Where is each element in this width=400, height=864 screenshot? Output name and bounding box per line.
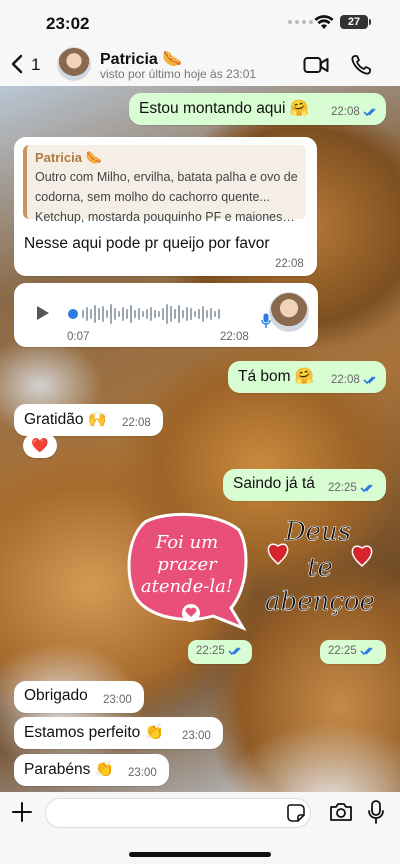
microphone-icon[interactable] <box>368 800 384 824</box>
outgoing-message[interactable]: Tá bom 🤗 22:08 <box>228 361 386 393</box>
composer-bar <box>0 792 400 864</box>
message-time: 22:08 <box>331 374 379 386</box>
incoming-message[interactable]: Gratidão 🙌 22:08 <box>14 404 163 436</box>
quoted-line: codorna, sem molho do cachorro quente... <box>35 190 270 204</box>
battery-indicator: 27 <box>340 15 368 29</box>
quoted-line: Ketchup, mostarda pouquinho PF e maiones… <box>35 210 298 224</box>
svg-text:Deus: Deus <box>284 517 351 547</box>
message-text: Estamos perfeito 👏 <box>24 724 164 741</box>
status-time: 23:02 <box>46 14 90 33</box>
phone-icon[interactable] <box>350 54 372 76</box>
message-text: Parabéns 👏 <box>24 761 114 778</box>
svg-text:abençoe: abençoe <box>265 587 375 617</box>
last-seen-status: visto por último hoje às 23:01 <box>100 67 257 81</box>
outgoing-message[interactable]: Estou montando aqui 🤗 22:08 <box>129 93 386 125</box>
message-text: Saindo já tá <box>233 475 315 492</box>
sticker-icon[interactable] <box>287 804 305 822</box>
unread-count[interactable]: 1 <box>31 55 40 75</box>
status-bar: 23:02 27 <box>0 0 400 44</box>
plus-icon[interactable] <box>11 801 33 823</box>
audio-waveform[interactable] <box>68 303 248 325</box>
message-time: 22:25 <box>328 645 357 657</box>
home-indicator <box>129 852 271 857</box>
message-time: 22:25 <box>328 482 376 494</box>
play-icon[interactable] <box>36 305 50 321</box>
playhead[interactable] <box>68 309 78 319</box>
sticker-time-badge: 22:25 <box>188 640 252 664</box>
sender-avatar <box>269 292 309 332</box>
reaction-emoji: ❤️ <box>31 437 49 453</box>
sticker-time-badge: 22:25 <box>320 640 386 664</box>
quoted-message[interactable]: Patricia 🌭 Outro com Milho, ervilha, bat… <box>23 145 306 224</box>
message-input[interactable] <box>45 798 311 828</box>
message-text: Gratidão 🙌 <box>24 411 108 428</box>
read-ticks-icon <box>363 108 376 117</box>
svg-text:atende-la!: atende-la! <box>141 576 233 597</box>
sticker-thank-you[interactable]: Foi um prazer atende-la! <box>127 510 249 632</box>
incoming-message[interactable]: Parabéns 👏 23:00 <box>14 754 169 786</box>
svg-text:prazer: prazer <box>157 554 218 575</box>
contact-avatar[interactable] <box>57 47 91 81</box>
message-time: 22:25 <box>196 645 225 657</box>
contact-name[interactable]: Patricia 🌭 <box>100 49 182 69</box>
voice-message[interactable]: 0:07 22:08 <box>14 283 318 347</box>
read-ticks-icon <box>360 647 373 656</box>
incoming-message[interactable]: Estamos perfeito 👏 23:00 <box>14 717 223 749</box>
signal-icon <box>288 20 313 24</box>
message-time: 22:08 <box>220 331 249 343</box>
reaction-badge[interactable]: ❤️ <box>23 433 57 458</box>
incoming-reply-message[interactable]: Patricia 🌭 Outro com Milho, ervilha, bat… <box>14 137 317 276</box>
message-text: Tá bom 🤗 <box>238 368 315 385</box>
outgoing-message[interactable]: Saindo já tá 22:25 <box>223 469 386 501</box>
battery-tip <box>369 19 371 25</box>
read-ticks-icon <box>228 647 241 656</box>
message-time: 22:08 <box>275 258 304 270</box>
message-time: 22:08 <box>331 106 379 118</box>
message-time: 23:00 <box>182 730 211 742</box>
message-text: Nesse aqui pode pr queijo por favor <box>24 235 270 252</box>
message-text: Obrigado <box>24 687 88 704</box>
video-call-icon[interactable] <box>303 56 329 74</box>
svg-text:Foi um: Foi um <box>155 532 218 553</box>
svg-text:te: te <box>307 553 333 583</box>
chevron-left-icon[interactable] <box>10 54 26 74</box>
sticker-blessing[interactable]: Deus te abençoe <box>256 510 386 630</box>
camera-icon[interactable] <box>329 802 353 822</box>
wifi-icon <box>314 15 334 29</box>
read-ticks-icon <box>363 376 376 385</box>
message-time: 23:00 <box>128 767 157 779</box>
quoted-line: Outro com Milho, ervilha, batata palha e… <box>35 170 298 184</box>
message-time: 22:08 <box>122 417 151 429</box>
chat-header: 1 Patricia 🌭 visto por último hoje às 23… <box>0 44 400 86</box>
voice-duration: 0:07 <box>67 331 90 343</box>
message-text: Estou montando aqui 🤗 <box>139 100 310 117</box>
quoted-sender: Patricia 🌭 <box>35 150 102 165</box>
message-time: 23:00 <box>103 694 132 706</box>
incoming-message[interactable]: Obrigado 23:00 <box>14 681 144 713</box>
read-ticks-icon <box>360 484 373 493</box>
